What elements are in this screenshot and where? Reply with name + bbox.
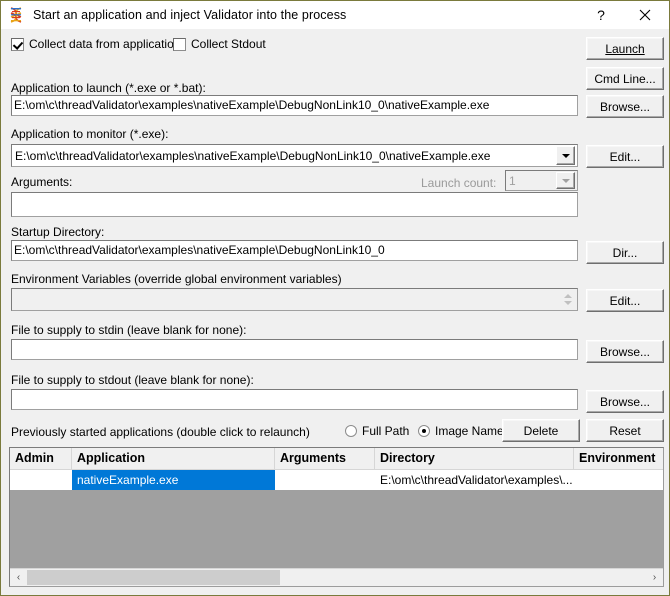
collect-stdout-label: Collect Stdout — [191, 37, 266, 51]
image-name-radio[interactable]: Image Name — [418, 424, 504, 438]
scroll-right-icon[interactable]: › — [646, 569, 663, 586]
reset-button[interactable]: Reset — [586, 419, 664, 442]
column-header-application[interactable]: Application — [72, 448, 275, 469]
scrollbar-thumb[interactable] — [27, 570, 280, 585]
environment-variables-label: Environment Variables (override global e… — [11, 272, 342, 286]
launch-button-label: Launch — [605, 41, 645, 56]
history-list-body: nativeExample.exe E:\om\c\threadValidato… — [10, 470, 663, 570]
browse-stdin-button[interactable]: Browse... — [586, 340, 664, 363]
app-to-monitor-combo[interactable]: E:\om\c\threadValidator\examples\nativeE… — [11, 144, 578, 167]
app-to-monitor-value: E:\om\c\threadValidator\examples\nativeE… — [15, 148, 491, 163]
arguments-input[interactable] — [11, 192, 578, 217]
dialog-window: Start an application and inject Validato… — [0, 0, 670, 596]
window-title: Start an application and inject Validato… — [33, 8, 347, 22]
cell-environment — [574, 470, 663, 490]
full-path-radio-box — [345, 425, 357, 437]
spinner-icon[interactable] — [561, 294, 575, 305]
launch-count-combo[interactable]: 1 — [505, 170, 578, 191]
collect-stdout-checkbox[interactable]: Collect Stdout — [173, 37, 266, 51]
cell-arguments — [275, 470, 375, 490]
startup-directory-input[interactable]: E:\om\c\threadValidator\examples\nativeE… — [11, 240, 578, 261]
collect-data-checkbox-box — [11, 37, 24, 51]
cell-admin — [10, 470, 72, 490]
horizontal-scrollbar[interactable]: ‹ › — [10, 568, 663, 586]
launch-count-label: Launch count: — [421, 176, 497, 190]
edit-monitor-button[interactable]: Edit... — [586, 145, 664, 168]
scrollbar-track[interactable] — [27, 569, 646, 586]
close-icon[interactable] — [623, 1, 667, 29]
full-path-label: Full Path — [362, 424, 410, 438]
collect-data-label: Collect data from application — [29, 37, 181, 51]
delete-button[interactable]: Delete — [502, 419, 580, 442]
title-bar: Start an application and inject Validato… — [1, 1, 669, 29]
chevron-down-icon-disabled — [556, 172, 575, 189]
history-list-header: Admin Application Arguments Directory En… — [10, 448, 663, 470]
cell-application[interactable]: nativeExample.exe — [72, 470, 275, 490]
environment-variables-input[interactable] — [11, 288, 578, 311]
image-name-label: Image Name — [435, 424, 504, 438]
collect-stdout-checkbox-box — [173, 37, 186, 51]
collect-data-checkbox[interactable]: Collect data from application — [11, 37, 180, 51]
dna-helix-icon — [10, 7, 22, 23]
full-path-radio[interactable]: Full Path — [345, 424, 409, 438]
column-header-environment[interactable]: Environment — [574, 448, 663, 469]
dir-startup-button[interactable]: Dir... — [586, 241, 664, 264]
app-to-monitor-label: Application to monitor (*.exe): — [11, 127, 169, 141]
history-label: Previously started applications (double … — [11, 425, 310, 439]
launch-button[interactable]: Launch — [586, 37, 664, 60]
launch-count-value: 1 — [509, 173, 516, 188]
image-name-radio-box — [418, 425, 430, 437]
dialog-body: Collect data from application Collect St… — [1, 29, 669, 595]
chevron-down-icon[interactable] — [556, 146, 575, 165]
cell-directory: E:\om\c\threadValidator\examples\... — [380, 473, 573, 487]
startup-directory-label: Startup Directory: — [11, 225, 105, 239]
app-to-launch-label: Application to launch (*.exe or *.bat): — [11, 81, 206, 95]
list-empty-area — [10, 490, 663, 570]
edit-environment-button[interactable]: Edit... — [586, 289, 664, 312]
browse-launch-button[interactable]: Browse... — [586, 95, 664, 118]
app-to-launch-input[interactable]: E:\om\c\threadValidator\examples\nativeE… — [11, 95, 578, 116]
column-header-admin[interactable]: Admin — [10, 448, 72, 469]
scroll-left-icon[interactable]: ‹ — [10, 569, 27, 586]
help-button[interactable]: ? — [579, 1, 623, 29]
stdout-file-input[interactable] — [11, 389, 578, 410]
column-header-directory[interactable]: Directory — [375, 448, 574, 469]
history-list[interactable]: Admin Application Arguments Directory En… — [9, 447, 664, 587]
stdout-file-label: File to supply to stdout (leave blank fo… — [11, 373, 254, 387]
browse-stdout-button[interactable]: Browse... — [586, 390, 664, 413]
stdin-file-input[interactable] — [11, 339, 578, 360]
cmd-line-button[interactable]: Cmd Line... — [586, 67, 664, 90]
stdin-file-label: File to supply to stdin (leave blank for… — [11, 323, 247, 337]
table-row[interactable]: nativeExample.exe E:\om\c\threadValidato… — [10, 470, 663, 490]
column-header-arguments[interactable]: Arguments — [275, 448, 375, 469]
arguments-label: Arguments: — [11, 175, 73, 189]
